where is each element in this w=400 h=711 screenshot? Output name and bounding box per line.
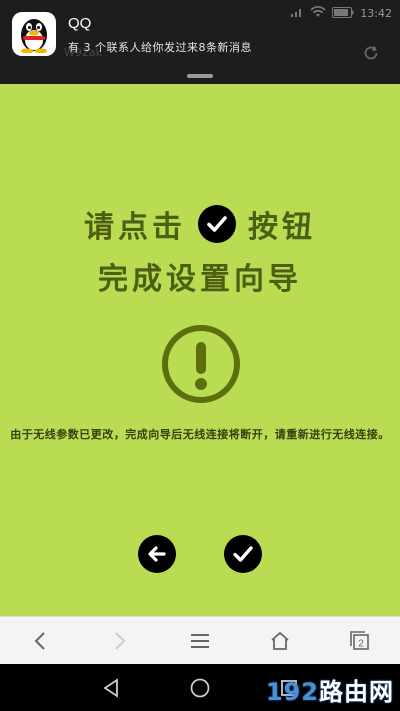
instruction-heading: 请点击 按钮 完成设置向导 bbox=[0, 200, 400, 298]
browser-menu-button[interactable] bbox=[180, 621, 220, 661]
site-watermark: 192路由网 bbox=[266, 672, 394, 707]
notification-title: QQ bbox=[68, 15, 92, 32]
nav-back-button[interactable] bbox=[98, 675, 124, 701]
check-icon bbox=[233, 546, 253, 562]
back-button[interactable] bbox=[138, 535, 176, 573]
tab-count: 2 bbox=[358, 638, 364, 649]
check-icon bbox=[198, 205, 236, 243]
confirm-button[interactable] bbox=[224, 535, 262, 573]
battery-icon bbox=[332, 6, 354, 21]
home-icon bbox=[271, 631, 289, 650]
watermark-number: 192 bbox=[265, 678, 319, 706]
signal-icon bbox=[290, 6, 304, 21]
wireless-notice-text: 由于无线参数已更改，完成向导后无线连接将断开，请重新进行无线连接。 bbox=[10, 428, 390, 441]
browser-tabs-button[interactable]: 2 bbox=[340, 621, 380, 661]
nav-home-button[interactable] bbox=[187, 675, 213, 701]
qq-penguin-icon bbox=[12, 12, 56, 56]
tabs-icon: 2 bbox=[350, 630, 369, 650]
browser-toolbar: 2 bbox=[0, 616, 400, 664]
circle-home-icon bbox=[190, 678, 210, 698]
browser-home-button[interactable] bbox=[260, 621, 300, 661]
shade-drag-handle[interactable] bbox=[187, 74, 213, 78]
notification-message: 有 3 个联系人给你发过来8条新消息 bbox=[68, 41, 252, 54]
warning-icon bbox=[161, 324, 241, 404]
chevron-left-icon bbox=[34, 631, 45, 650]
arrow-left-icon bbox=[148, 546, 166, 562]
notification-banner[interactable]: QQ W92ak 有 3 个联系人给你发过来8条新消息 13:42 bbox=[0, 0, 400, 84]
status-bar: 13:42 bbox=[290, 6, 392, 21]
browser-forward-button[interactable] bbox=[100, 621, 140, 661]
heading-text-after: 按钮 bbox=[248, 210, 316, 245]
chevron-right-icon bbox=[115, 631, 126, 650]
triangle-back-icon bbox=[103, 678, 118, 698]
heading-line2: 完成设置向导 bbox=[98, 262, 302, 297]
menu-icon bbox=[191, 633, 209, 648]
heading-text-before: 请点击 bbox=[84, 210, 186, 245]
browser-back-button[interactable] bbox=[20, 621, 60, 661]
status-time: 13:42 bbox=[360, 7, 392, 20]
refresh-icon[interactable] bbox=[362, 44, 380, 66]
watermark-text: 路由网 bbox=[319, 678, 394, 706]
wifi-icon bbox=[310, 6, 326, 21]
